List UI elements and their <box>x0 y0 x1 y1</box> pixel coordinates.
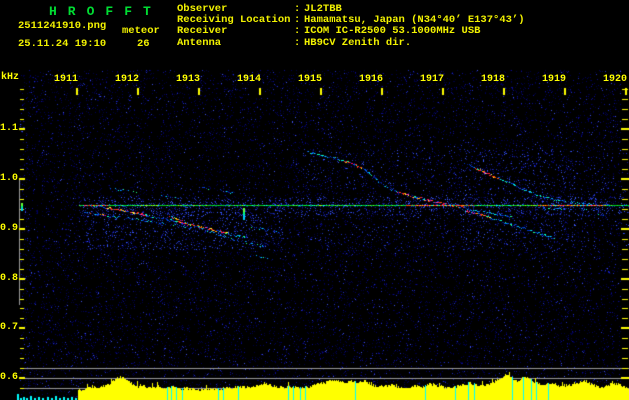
time-axis-label: 1920 <box>602 74 627 85</box>
time-axis-label: 1913 <box>175 74 200 85</box>
info-label: Antenna <box>177 36 222 49</box>
freq-axis-label: 0.6 <box>0 372 19 383</box>
info-row-antenna: Antenna: HB9CV Zenith dir. <box>177 36 525 49</box>
info-label: Receiver <box>177 25 228 38</box>
time-axis-label: 1918 <box>480 74 505 85</box>
time-axis-label: 1914 <box>236 74 261 85</box>
freq-axis-label: 1.1 <box>0 123 19 134</box>
time-axis-label: 1916 <box>358 74 383 85</box>
freq-axis-label: 0.8 <box>0 273 19 284</box>
timestamp-label: 25.11.24 19:10 <box>18 38 107 50</box>
time-axis-label: 1915 <box>297 74 322 85</box>
time-axis-label: 1919 <box>541 74 566 85</box>
output-filename: 2511241910.png <box>18 20 107 32</box>
freq-axis-label: 1.0 <box>0 173 19 184</box>
time-axis-label: 1917 <box>419 74 444 85</box>
echo-count: 26 <box>137 38 150 50</box>
info-value: Hamamatsu, Japan (N34°40’ E137°43’) <box>304 14 525 27</box>
freq-axis-unit: kHz <box>1 72 20 83</box>
info-colon: : <box>294 25 301 38</box>
time-axis-label: 1911 <box>53 74 78 85</box>
spectrogram-canvas <box>0 0 629 400</box>
freq-axis-label: 0.9 <box>0 223 19 234</box>
info-value: ICOM IC-R2500 53.1000MHz USB <box>304 25 481 38</box>
app-title: HROFFT <box>49 4 162 19</box>
hrofft-screen: HROFFT 2511241910.png meteor 25.11.24 19… <box>0 0 629 400</box>
observation-info: Observer: JL2TBB Receiving Location: Hamam… <box>177 3 525 49</box>
freq-axis-label: 0.7 <box>0 322 19 333</box>
info-value: HB9CV Zenith dir. <box>304 36 412 49</box>
info-colon: : <box>294 36 301 49</box>
mode-label: meteor <box>122 25 160 37</box>
time-axis-label: 1912 <box>114 74 139 85</box>
info-value: JL2TBB <box>304 3 342 15</box>
